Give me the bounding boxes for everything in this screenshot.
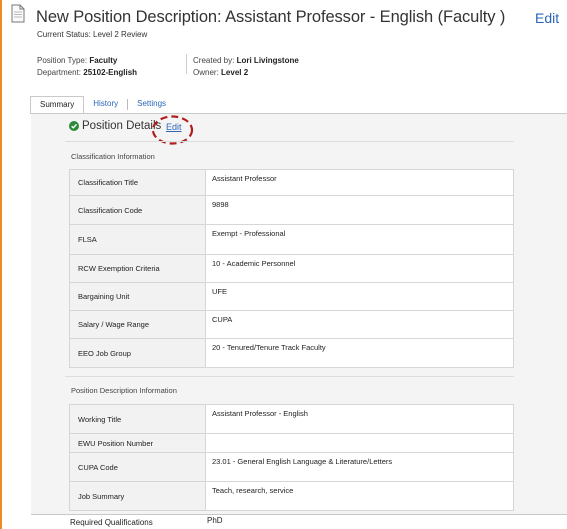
working-title-value: Assistant Professor - English xyxy=(205,404,514,434)
rcw-exemption-value: 10 - Academic Personnel xyxy=(205,254,514,283)
table-row: Working Title Assistant Professor - Engl… xyxy=(69,404,514,434)
table-row: FLSA Exempt - Professional xyxy=(69,224,514,255)
position-description-heading: Position Description Information xyxy=(71,386,177,395)
department-label: Department: xyxy=(37,68,82,77)
created-by: Created by: Lori Livingstone xyxy=(193,56,299,65)
bargaining-unit-label: Bargaining Unit xyxy=(69,282,206,311)
department: Department: 25102-English xyxy=(37,68,137,77)
salary-range-label: Salary / Wage Range xyxy=(69,310,206,339)
table-row: Job Summary Teach, research, service xyxy=(69,481,514,511)
group-divider xyxy=(65,376,514,377)
job-summary-label: Job Summary xyxy=(69,481,206,511)
eeo-job-group-label: EEO Job Group xyxy=(69,338,206,368)
meta-divider xyxy=(186,54,187,74)
classification-table: Classification Title Assistant Professor… xyxy=(69,169,514,368)
classification-title-label: Classification Title xyxy=(69,169,206,196)
position-description-table: Working Title Assistant Professor - Engl… xyxy=(69,404,514,511)
tab-bar: Summary History Settings xyxy=(30,96,175,113)
position-type-value: Faculty xyxy=(89,56,118,65)
document-icon xyxy=(11,4,25,23)
classification-code-label: Classification Code xyxy=(69,195,206,225)
tab-history[interactable]: History xyxy=(84,96,127,113)
table-row: Bargaining Unit UFE xyxy=(69,282,514,311)
cupa-code-value: 23.01 - General English Language & Liter… xyxy=(205,452,514,482)
tab-settings[interactable]: Settings xyxy=(128,96,175,113)
required-qualifications-label: Required Qualifications xyxy=(70,518,153,527)
owner-label: Owner: xyxy=(193,68,219,77)
cupa-code-label: CUPA Code xyxy=(69,452,206,482)
ewu-position-number-label: EWU Position Number xyxy=(69,433,206,453)
flsa-value: Exempt - Professional xyxy=(205,224,514,255)
page-title: New Position Description: Assistant Prof… xyxy=(36,8,506,26)
created-by-value: Lori Livingstone xyxy=(236,56,299,65)
classification-code-value: 9898 xyxy=(205,195,514,225)
table-row: RCW Exemption Criteria 10 - Academic Per… xyxy=(69,254,514,283)
owner: Owner: Level 2 xyxy=(193,68,248,77)
required-qualifications-value: PhD xyxy=(207,516,223,525)
eeo-job-group-value: 20 - Tenured/Tenure Track Faculty xyxy=(205,338,514,368)
table-row: CUPA Code 23.01 - General English Langua… xyxy=(69,452,514,482)
rcw-exemption-label: RCW Exemption Criteria xyxy=(69,254,206,283)
ewu-position-number-value xyxy=(205,433,514,453)
created-by-label: Created by: xyxy=(193,56,235,65)
table-row: Salary / Wage Range CUPA xyxy=(69,310,514,339)
table-row: EWU Position Number xyxy=(69,433,514,453)
title-edit-link[interactable]: Edit xyxy=(535,10,559,26)
table-row: Classification Code 9898 xyxy=(69,195,514,225)
current-status: Current Status: Level 2 Review xyxy=(37,30,148,39)
working-title-label: Working Title xyxy=(69,404,206,434)
section-title: Position Details xyxy=(82,120,162,132)
bargaining-unit-value: UFE xyxy=(205,282,514,311)
owner-value: Level 2 xyxy=(221,68,249,77)
classification-heading: Classification Information xyxy=(71,152,155,161)
flsa-label: FLSA xyxy=(69,224,206,255)
position-type: Position Type: Faculty xyxy=(37,56,117,65)
position-type-label: Position Type: xyxy=(37,56,88,65)
table-row: EEO Job Group 20 - Tenured/Tenure Track … xyxy=(69,338,514,368)
table-row: Classification Title Assistant Professor xyxy=(69,169,514,196)
department-value: 25102-English xyxy=(83,68,138,77)
section-divider xyxy=(65,141,514,142)
job-summary-value: Teach, research, service xyxy=(205,481,514,511)
check-circle-icon xyxy=(69,121,79,131)
classification-title-value: Assistant Professor xyxy=(205,169,514,196)
tab-summary[interactable]: Summary xyxy=(30,96,85,113)
salary-range-value: CUPA xyxy=(205,310,514,339)
